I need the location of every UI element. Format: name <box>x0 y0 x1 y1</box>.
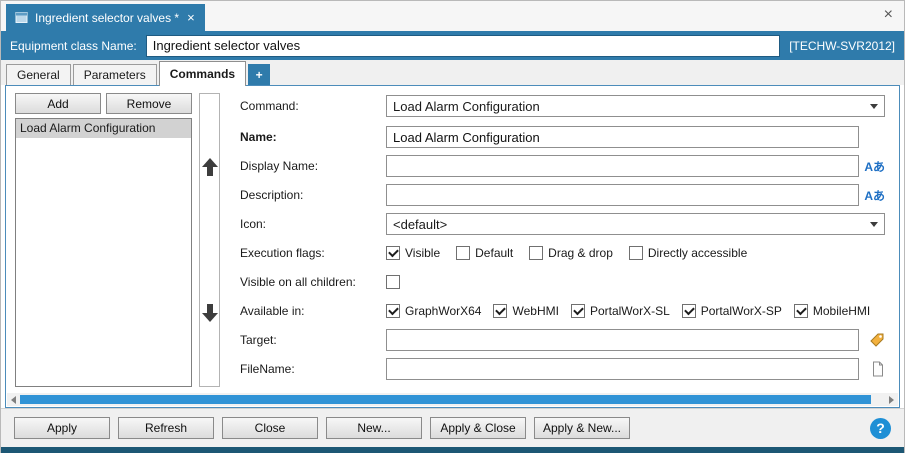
document-tab-bar: Ingredient selector valves * × × <box>1 1 904 31</box>
document-tab[interactable]: Ingredient selector valves * × <box>6 4 205 31</box>
tab-add[interactable]: + <box>248 64 271 85</box>
down-arrow-icon <box>201 313 218 322</box>
checkbox-label: WebHMI <box>512 304 559 318</box>
checkbox-label: Default <box>475 246 514 260</box>
tab-close-icon[interactable]: × <box>186 11 196 24</box>
footer-bar: Apply Refresh Close New... Apply & Close… <box>1 408 904 447</box>
horizontal-scrollbar[interactable] <box>7 393 898 406</box>
reorder-strip <box>199 93 220 387</box>
checkbox-mobilehmi[interactable]: MobileHMI <box>793 304 871 318</box>
down-arrow-stem <box>206 304 213 313</box>
checkbox-box[interactable] <box>386 304 400 318</box>
checkbox-drag-drop[interactable]: Drag & drop <box>529 246 613 260</box>
tag-browse-icon[interactable] <box>869 332 885 348</box>
move-down-button[interactable] <box>201 304 218 322</box>
chevron-down-icon <box>870 103 878 109</box>
add-command-button[interactable]: Add <box>15 93 101 114</box>
localize-icon[interactable]: Aあ <box>864 158 885 175</box>
help-icon[interactable]: ? <box>870 417 891 439</box>
chevron-down-icon <box>870 221 878 227</box>
icon-dropdown-value: <default> <box>393 216 448 232</box>
checkbox-directly-accessible[interactable]: Directly accessible <box>628 246 748 260</box>
apply-button[interactable]: Apply <box>14 417 110 439</box>
display-name-input[interactable] <box>386 155 859 177</box>
apply-close-button[interactable]: Apply & Close <box>430 417 526 439</box>
checkbox-label: Visible <box>405 246 441 260</box>
close-button[interactable]: Close <box>222 417 318 439</box>
commands-tab-content: Add Remove Load Alarm Configuration Comm… <box>5 85 900 408</box>
equipment-class-icon <box>15 11 28 24</box>
scroll-left-icon[interactable] <box>7 393 20 406</box>
filename-input[interactable] <box>386 358 859 380</box>
command-dropdown-value: Load Alarm Configuration <box>393 98 540 114</box>
scrollbar-thumb[interactable] <box>20 395 871 404</box>
tab-commands[interactable]: Commands <box>158 61 247 86</box>
checkbox-box[interactable] <box>456 246 471 260</box>
header-bar: Equipment class Name: [TECHW-SVR2012] <box>1 31 904 60</box>
checkbox-box[interactable] <box>529 246 544 260</box>
move-up-button[interactable] <box>201 158 218 176</box>
list-item[interactable]: Load Alarm Configuration <box>16 119 191 138</box>
visible-on-all-children-label: Visible on all children: <box>240 275 356 289</box>
server-name-label: [TECHW-SVR2012] <box>789 38 895 53</box>
checkbox-label: Directly accessible <box>647 246 748 260</box>
name-label: Name: <box>240 130 277 144</box>
tab-strip: General Parameters Commands + <box>1 60 904 86</box>
checkbox-portalworx-sp[interactable]: PortalWorX-SP <box>681 304 782 318</box>
checkbox-portalworx-sl[interactable]: PortalWorX-SL <box>570 304 670 318</box>
command-label: Command: <box>240 99 299 113</box>
command-dropdown[interactable]: Load Alarm Configuration <box>386 95 885 117</box>
up-arrow-icon <box>201 158 218 167</box>
checkbox-label: PortalWorX-SL <box>589 304 670 318</box>
window-close-icon[interactable]: × <box>884 7 893 23</box>
apply-new-button[interactable]: Apply & New... <box>534 417 630 439</box>
command-list-panel: Add Remove Load Alarm Configuration <box>15 93 192 387</box>
checkbox-box[interactable] <box>570 304 585 318</box>
checkbox-visible-on-all-children[interactable] <box>386 275 400 289</box>
name-input[interactable] <box>386 126 859 148</box>
checkbox-default[interactable]: Default <box>456 246 513 260</box>
tab-parameters[interactable]: Parameters <box>72 64 157 85</box>
filename-label: FileName: <box>240 362 295 376</box>
tab-general[interactable]: General <box>6 64 71 85</box>
checkbox-box[interactable] <box>793 304 808 318</box>
remove-command-button[interactable]: Remove <box>106 93 192 114</box>
bottom-accent-strip <box>1 447 904 453</box>
equipment-class-name-label: Equipment class Name: <box>10 38 137 53</box>
description-label: Description: <box>240 188 304 202</box>
checkbox-label: MobileHMI <box>812 304 871 318</box>
target-input[interactable] <box>386 329 859 351</box>
equipment-class-editor-window: Ingredient selector valves * × × Equipme… <box>0 0 905 453</box>
file-browse-icon[interactable] <box>870 361 885 377</box>
refresh-button[interactable]: Refresh <box>118 417 214 439</box>
icon-label: Icon: <box>240 217 267 231</box>
checkbox-webhmi[interactable]: WebHMI <box>493 304 559 318</box>
checkbox-visible[interactable]: Visible <box>386 246 440 260</box>
localize-icon[interactable]: Aあ <box>864 187 885 204</box>
commands-panel: Add Remove Load Alarm Configuration Comm… <box>6 86 899 393</box>
command-listbox[interactable]: Load Alarm Configuration <box>15 118 192 387</box>
equipment-class-name-input[interactable] <box>145 34 781 57</box>
display-name-label: Display Name: <box>240 159 319 173</box>
command-form: Command: Load Alarm Configuration Name: <box>220 93 891 387</box>
checkbox-box[interactable] <box>386 246 400 260</box>
checkbox-box[interactable] <box>493 304 508 318</box>
execution-flags-label: Execution flags: <box>240 246 325 260</box>
checkbox-label: Drag & drop <box>548 246 613 260</box>
target-label: Target: <box>240 333 277 347</box>
description-input[interactable] <box>386 184 859 206</box>
scroll-right-icon[interactable] <box>885 393 898 406</box>
checkbox-box[interactable] <box>681 304 696 318</box>
up-arrow-stem <box>206 167 213 176</box>
checkbox-graphworx64[interactable]: GraphWorX64 <box>386 304 481 318</box>
icon-dropdown[interactable]: <default> <box>386 213 885 235</box>
checkbox-box[interactable] <box>386 275 400 289</box>
checkbox-box[interactable] <box>628 246 643 260</box>
new-button[interactable]: New... <box>326 417 422 439</box>
document-tab-title: Ingredient selector valves * <box>35 10 180 25</box>
checkbox-label: GraphWorX64 <box>405 304 482 318</box>
available-in-label: Available in: <box>240 304 305 318</box>
checkbox-label: PortalWorX-SP <box>700 304 782 318</box>
